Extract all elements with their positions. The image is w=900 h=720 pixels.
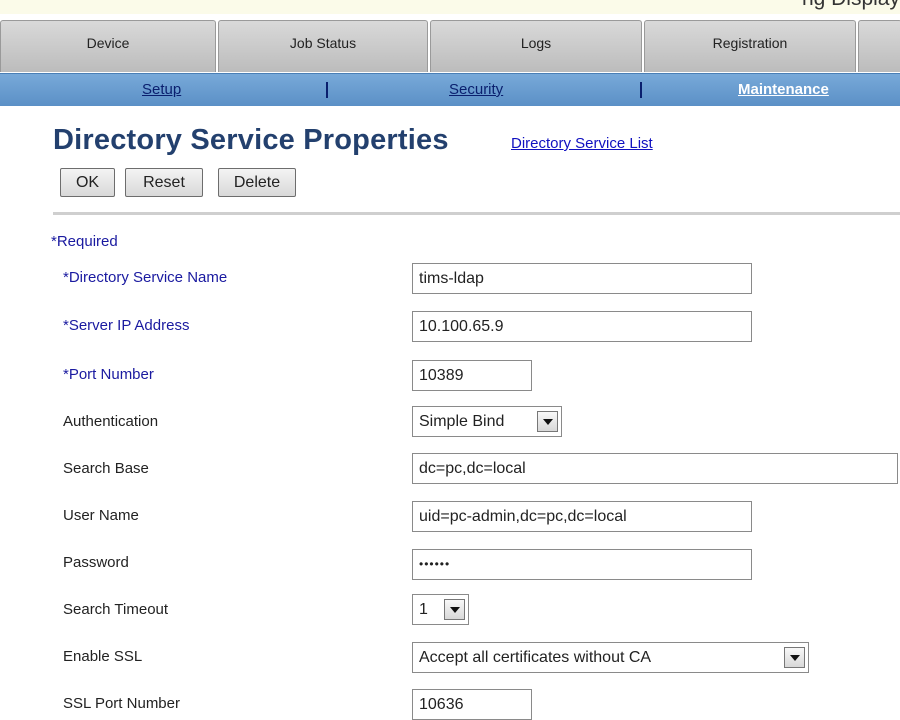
enable-ssl-label: Enable SSL [63, 648, 143, 665]
user-name-field[interactable]: uid=pc-admin,dc=pc,dc=local [412, 501, 752, 532]
password-field[interactable]: •••••• [412, 549, 752, 580]
port-number-field[interactable]: 10389 [412, 360, 532, 391]
top-strip: ng Display [0, 0, 900, 14]
search-timeout-select[interactable]: 1 [412, 594, 469, 625]
search-base-label: Search Base [63, 460, 149, 477]
ok-button[interactable]: OK [60, 168, 115, 197]
authentication-value: Simple Bind [419, 413, 505, 430]
ssl-port-label: SSL Port Number [63, 695, 180, 712]
user-name-label: User Name [63, 507, 139, 524]
subnav-setup[interactable]: Setup [142, 81, 181, 98]
tab-label: Logs [520, 35, 552, 51]
directory-service-list-link[interactable]: Directory Service List [511, 135, 653, 152]
port-number-label: *Port Number [63, 366, 154, 383]
enable-ssl-select[interactable]: Accept all certificates without CA [412, 642, 809, 673]
subnav-separator [640, 82, 642, 98]
search-timeout-value: 1 [419, 601, 428, 618]
tab-logs[interactable]: Logs [430, 20, 642, 72]
server-ip-label: *Server IP Address [63, 317, 190, 334]
search-base-field[interactable]: dc=pc,dc=local [412, 453, 898, 484]
divider [53, 212, 900, 215]
tab-more[interactable] [858, 20, 900, 72]
subnav-security[interactable]: Security [449, 81, 503, 98]
tab-label: Registration [712, 35, 788, 51]
password-label: Password [63, 554, 129, 571]
page-title: Directory Service Properties [53, 124, 449, 156]
tab-registration[interactable]: Registration [644, 20, 856, 72]
directory-service-name-field[interactable]: tims-ldap [412, 263, 752, 294]
subnav-maintenance[interactable]: Maintenance [738, 81, 829, 98]
tab-device[interactable]: Device [0, 20, 216, 72]
authentication-label: Authentication [63, 413, 159, 430]
subnav-separator [326, 82, 328, 98]
reset-button[interactable]: Reset [125, 168, 203, 197]
tab-job-status[interactable]: Job Status [218, 20, 428, 72]
chevron-down-icon[interactable] [784, 647, 805, 668]
chevron-down-icon[interactable] [444, 599, 465, 620]
main-tab-bar: Device Job Status Logs Registration [0, 14, 900, 73]
top-strip-text: ng Display [802, 0, 900, 11]
directory-service-name-label: *Directory Service Name [63, 269, 228, 286]
tab-label: Job Status [289, 35, 357, 51]
enable-ssl-value: Accept all certificates without CA [419, 649, 652, 666]
server-ip-field[interactable]: 10.100.65.9 [412, 311, 752, 342]
search-timeout-label: Search Timeout [63, 601, 169, 618]
ssl-port-field[interactable]: 10636 [412, 689, 532, 720]
tab-label: Device [86, 35, 130, 51]
sub-navigation: Setup Security Maintenance [0, 73, 900, 106]
required-note: *Required [51, 233, 118, 250]
chevron-down-icon[interactable] [537, 411, 558, 432]
delete-button[interactable]: Delete [218, 168, 296, 197]
authentication-select[interactable]: Simple Bind [412, 406, 562, 437]
